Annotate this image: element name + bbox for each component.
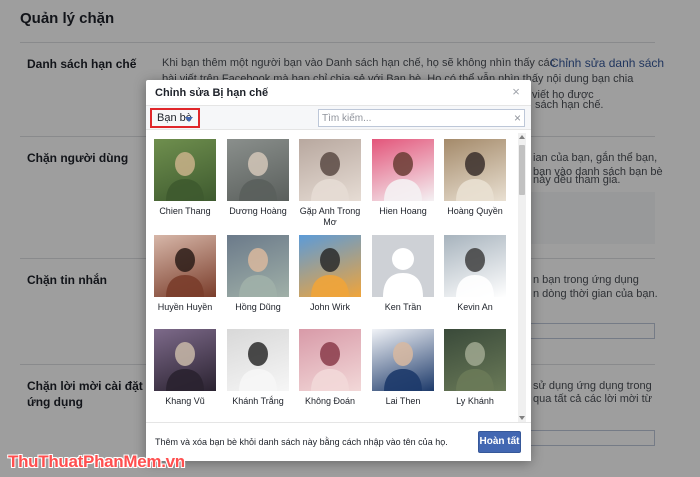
- dialog-toolbar: Bạn bè ×: [146, 106, 531, 130]
- friend-name: Hồng Dũng: [235, 302, 281, 312]
- friend-tile[interactable]: Khang Vũ: [153, 329, 217, 407]
- friend-avatar: [227, 139, 289, 201]
- dialog-header: Chỉnh sửa Bị hạn chế ×: [146, 80, 531, 106]
- friend-name: Gặp Anh Trong Mơ: [299, 206, 361, 227]
- footer-note: Thêm và xóa bạn bè khỏi danh sách này bằ…: [155, 437, 448, 447]
- caret-down-icon: [185, 117, 193, 122]
- friend-avatar: [299, 235, 361, 297]
- friend-tile[interactable]: Gặp Anh Trong Mơ: [298, 139, 362, 228]
- friend-avatar: [227, 235, 289, 297]
- friend-name: Khánh Trắng: [232, 396, 284, 406]
- friend-avatar: [444, 329, 506, 391]
- friend-name: Kevin An: [457, 302, 493, 312]
- friend-name: Dương Hoàng: [229, 206, 287, 216]
- friend-name: Hoàng Quyền: [447, 206, 503, 216]
- friend-tile[interactable]: Ken Trần: [371, 235, 435, 313]
- friend-avatar: [299, 139, 361, 201]
- search-input[interactable]: [319, 110, 509, 127]
- friend-avatar: [154, 139, 216, 201]
- friend-tile[interactable]: Hồng Dũng: [226, 235, 290, 313]
- site-watermark: ThuThuatPhanMem.vn: [8, 452, 185, 471]
- edit-restricted-dialog: Chỉnh sửa Bị hạn chế × Bạn bè × Chien Th…: [146, 80, 531, 461]
- friend-tile[interactable]: John Wirk: [298, 235, 362, 313]
- default-avatar-icon: [372, 235, 434, 297]
- friend-avatar: [372, 139, 434, 201]
- friend-avatar: [154, 329, 216, 391]
- search-box: ×: [318, 109, 525, 127]
- friend-tile[interactable]: Khánh Trắng: [226, 329, 290, 407]
- friend-name: Huyền Huyền: [157, 302, 213, 312]
- friend-name: Ly Khánh: [456, 396, 494, 406]
- friend-tile[interactable]: Hien Hoang: [371, 139, 435, 217]
- friend-avatar: [372, 329, 434, 391]
- friends-grid-area: Chien Thang Dương Hoàng Gặp Anh Trong Mơ Hi…: [146, 131, 531, 422]
- friend-name: Lai Then: [385, 396, 421, 406]
- friend-tile[interactable]: Hoàng Quyền: [443, 139, 507, 217]
- dialog-footer: Thêm và xóa bạn bè khỏi danh sách này bằ…: [146, 422, 531, 461]
- friend-tile[interactable]: Ly Khánh: [443, 329, 507, 407]
- friend-tile[interactable]: Không Đoán: [298, 329, 362, 407]
- done-button[interactable]: Hoàn tất: [478, 431, 521, 453]
- friend-avatar: [444, 235, 506, 297]
- friend-avatar: [154, 235, 216, 297]
- clear-icon[interactable]: ×: [514, 110, 521, 126]
- friend-tile[interactable]: Huyền Huyền: [153, 235, 217, 313]
- friend-tile[interactable]: Kevin An: [443, 235, 507, 313]
- friend-tile[interactable]: Lai Then: [371, 329, 435, 407]
- scrollbar[interactable]: [518, 133, 526, 422]
- close-icon[interactable]: ×: [510, 85, 522, 99]
- friend-tile[interactable]: Chien Thang: [153, 139, 217, 217]
- scroll-up-icon[interactable]: [518, 133, 526, 141]
- friend-name: John Wirk: [309, 302, 350, 312]
- friend-name: Hien Hoang: [379, 206, 427, 216]
- friend-avatar: [299, 329, 361, 391]
- scroll-down-icon[interactable]: [518, 414, 526, 422]
- friend-name: Không Đoán: [304, 396, 356, 406]
- friend-name: Ken Trần: [384, 302, 422, 312]
- friend-avatar: [227, 329, 289, 391]
- friends-filter-dropdown[interactable]: Bạn bè: [150, 108, 200, 128]
- dialog-title: Chỉnh sửa Bị hạn chế: [155, 87, 269, 99]
- friend-tile[interactable]: Dương Hoàng: [226, 139, 290, 217]
- scrollbar-thumb[interactable]: [519, 145, 525, 195]
- friend-name: Chien Thang: [159, 206, 211, 216]
- friend-avatar: [444, 139, 506, 201]
- friend-name: Khang Vũ: [165, 396, 205, 406]
